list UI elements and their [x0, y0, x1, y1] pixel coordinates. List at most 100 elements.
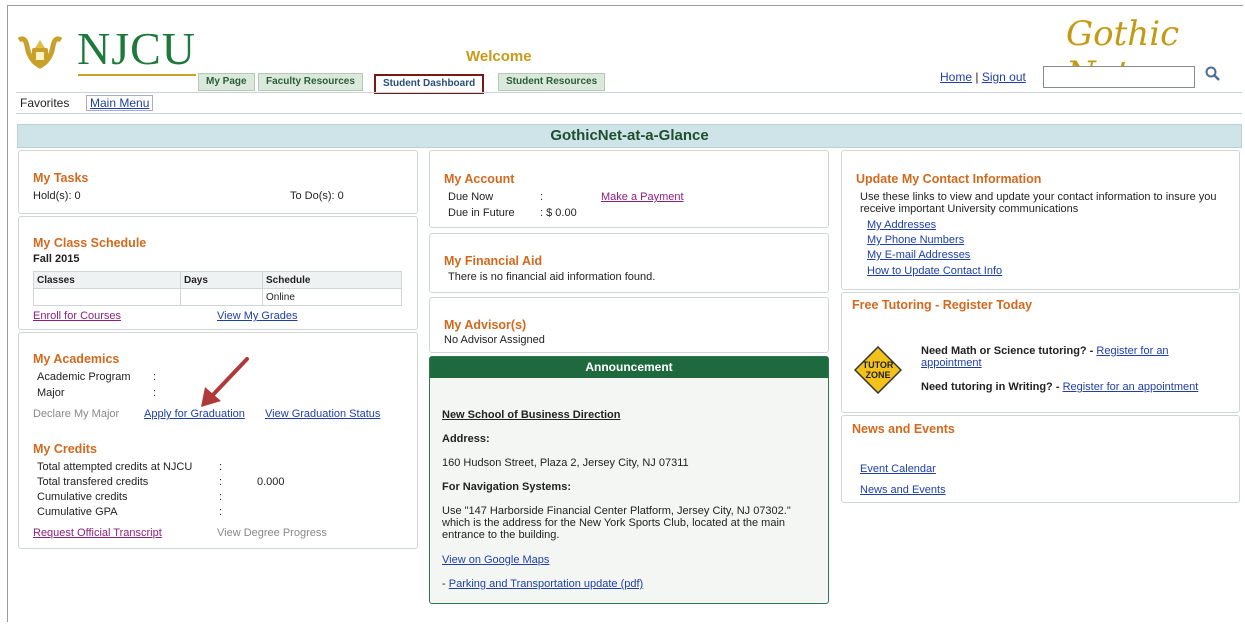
col-classes: Classes [33, 271, 181, 289]
address-text: 160 Hudson Street, Plaza 2, Jersey City,… [442, 457, 689, 469]
class-schedule-panel: My Class Schedule Fall 2015 Classes Days… [18, 216, 418, 330]
declare-major-text: Declare My Major [33, 408, 120, 420]
col-schedule: Schedule [262, 271, 402, 289]
header-divider [16, 92, 1242, 93]
signout-link[interactable]: Sign out [982, 70, 1026, 84]
main-menu-link[interactable]: Main Menu [86, 95, 154, 111]
math-tutoring-line: Need Math or Science tutoring? - Registe… [921, 345, 1226, 369]
search-icon[interactable] [1205, 66, 1221, 85]
col-days: Days [180, 271, 263, 289]
financial-aid-panel: My Financial Aid There is no financial a… [429, 233, 829, 293]
due-future-label: Due in Future [448, 207, 515, 219]
cell-schedule: Online [262, 288, 402, 306]
tab-student-dashboard[interactable]: Student Dashboard [374, 74, 485, 94]
announcement-title: Announcement [430, 357, 828, 378]
tab-faculty-resources[interactable]: Faculty Resources [258, 73, 363, 91]
account-panel: My Account Due Now : Make a Payment Due … [429, 150, 829, 228]
account-title: My Account [444, 172, 515, 186]
credits-cumulative-sep: : [219, 491, 223, 503]
financial-aid-text: There is no financial aid information fo… [448, 271, 656, 283]
event-calendar-link[interactable]: Event Calendar [860, 463, 936, 475]
nav-divider [16, 113, 1242, 114]
tutoring-panel: Free Tutoring - Register Today TUTOR ZON… [841, 292, 1240, 413]
navigation-text: Use "147 Harborside Financial Center Pla… [442, 505, 791, 541]
due-future-value: : $ 0.00 [540, 207, 577, 219]
due-now-value: : [540, 191, 544, 203]
navigation-label: For Navigation Systems: [442, 481, 571, 493]
address-label: Address: [442, 433, 490, 445]
academic-program-sep: : [153, 371, 157, 383]
graduation-status-link[interactable]: View Graduation Status [265, 408, 380, 420]
credits-title: My Credits [33, 442, 97, 456]
advisor-title: My Advisor(s) [444, 318, 527, 332]
my-phone-numbers-link[interactable]: My Phone Numbers [867, 234, 964, 246]
njcu-emblem-icon [15, 34, 65, 76]
announcement-panel: Announcement New School of Business Dire… [429, 356, 829, 604]
google-maps-link[interactable]: View on Google Maps [442, 554, 549, 566]
holds-count[interactable]: Hold(s): 0 [33, 190, 81, 202]
advisor-panel: My Advisor(s) No Advisor Assigned [429, 297, 829, 353]
favorites-menu[interactable]: Favorites [20, 96, 69, 110]
my-addresses-link[interactable]: My Addresses [867, 219, 936, 231]
news-title: News and Events [852, 422, 955, 436]
tutor-sign-line1: TUTOR [862, 360, 894, 370]
financial-aid-title: My Financial Aid [444, 254, 543, 268]
writing-tutoring-line: Need tutoring in Writing? - Register for… [921, 381, 1198, 393]
make-payment-link[interactable]: Make a Payment [601, 191, 684, 203]
credits-transfer-label: Total transfered credits [37, 476, 149, 488]
logo-underline [78, 74, 196, 76]
update-contact-info-link[interactable]: How to Update Contact Info [867, 265, 1002, 277]
tab-my-page[interactable]: My Page [198, 73, 255, 91]
tutor-zone-sign-icon: TUTOR ZONE [854, 346, 902, 394]
contact-panel: Update My Contact Information Use these … [841, 150, 1240, 290]
major-sep: : [153, 387, 157, 399]
welcome-title: Welcome [466, 48, 532, 65]
contact-text: Use these links to view and update your … [860, 191, 1217, 215]
parking-line: - Parking and Transportation update (pdf… [442, 578, 643, 590]
due-now-label: Due Now [448, 191, 494, 203]
announcement-heading: New School of Business Direction [442, 409, 621, 421]
my-email-addresses-link[interactable]: My E-mail Addresses [867, 249, 970, 261]
tasks-title: My Tasks [33, 171, 89, 185]
schedule-title: My Class Schedule [33, 236, 147, 250]
table-row: Online [33, 288, 402, 306]
top-links: Home | Sign out [940, 70, 1026, 84]
tutor-sign-line2: ZONE [865, 370, 891, 380]
glance-banner: GothicNet-at-a-Glance [17, 124, 1242, 148]
parking-link[interactable]: Parking and Transportation update (pdf) [449, 578, 643, 590]
academics-title: My Academics [33, 352, 120, 366]
tutoring-title: Free Tutoring - Register Today [852, 298, 1033, 312]
schedule-table: Classes Days Schedule Online [33, 271, 402, 306]
gpa-label: Cumulative GPA [37, 506, 118, 518]
contact-title: Update My Contact Information [856, 172, 1042, 186]
todos-count[interactable]: To Do(s): 0 [290, 190, 344, 202]
degree-progress-text: View Degree Progress [217, 527, 327, 539]
credits-transfer-sep: : [219, 476, 223, 488]
annotation-arrow-icon [195, 355, 255, 414]
cell-class [33, 288, 181, 306]
link-separator: | [975, 70, 979, 84]
parking-prefix: - [442, 578, 449, 590]
cell-days [180, 288, 263, 306]
enroll-courses-link[interactable]: Enroll for Courses [33, 310, 121, 322]
schedule-header-row: Classes Days Schedule [33, 271, 402, 289]
credits-attempted-sep: : [219, 461, 223, 473]
credits-attempted-label: Total attempted credits at NJCU [37, 461, 193, 473]
search-input[interactable] [1043, 66, 1195, 88]
news-panel: News and Events Event Calendar News and … [841, 415, 1240, 503]
schedule-term: Fall 2015 [33, 253, 80, 265]
gpa-sep: : [219, 506, 223, 518]
writing-tutoring-question: Need tutoring in Writing? - [921, 381, 1063, 393]
home-link[interactable]: Home [940, 70, 972, 84]
credits-transfer-value: 0.000 [257, 476, 285, 488]
credits-cumulative-label: Cumulative credits [37, 491, 128, 503]
tasks-panel: My Tasks Hold(s): 0 To Do(s): 0 [18, 150, 418, 214]
math-tutoring-question: Need Math or Science tutoring? - [921, 345, 1097, 357]
tab-student-resources[interactable]: Student Resources [498, 73, 606, 91]
writing-register-link[interactable]: Register for an appointment [1063, 381, 1199, 393]
news-events-link[interactable]: News and Events [860, 484, 946, 496]
request-transcript-link[interactable]: Request Official Transcript [33, 527, 162, 539]
njcu-logo-text[interactable]: NJCU [77, 22, 196, 75]
advisor-text: No Advisor Assigned [444, 334, 545, 346]
view-grades-link[interactable]: View My Grades [217, 310, 298, 322]
